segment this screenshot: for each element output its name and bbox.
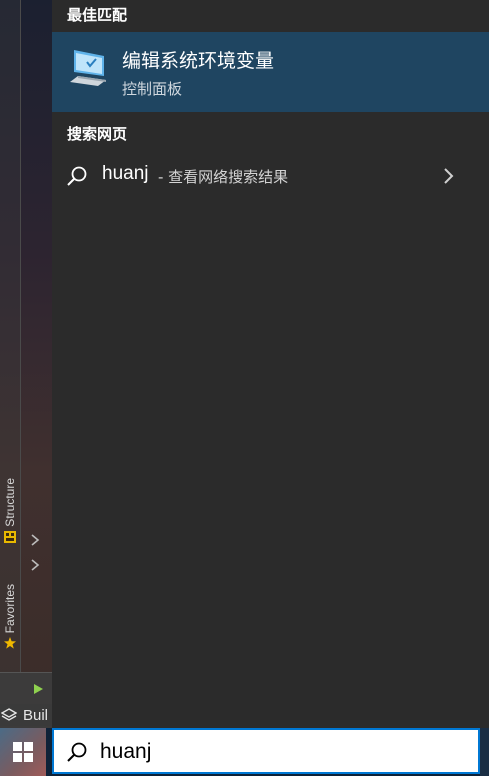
taskbar-search-box[interactable]	[52, 728, 480, 774]
favorites-tab[interactable]: Favorites	[0, 584, 20, 649]
structure-tab[interactable]: Structure	[0, 478, 20, 543]
chevron-right-icon[interactable]	[29, 558, 41, 572]
taskbar-edge	[480, 728, 489, 776]
start-button[interactable]	[0, 728, 46, 776]
build-tab-label: Buil	[23, 706, 49, 724]
star-icon	[4, 637, 16, 649]
chevron-right-icon[interactable]	[442, 166, 456, 186]
chevron-right-icon[interactable]	[29, 533, 41, 547]
ide-window-strip: Structure Favorites Buil	[0, 0, 52, 728]
build-tab[interactable]: Buil	[0, 704, 52, 726]
web-search-heading: 搜索网页	[67, 125, 128, 143]
best-match-result[interactable]: 编辑系统环境变量 控制面板	[52, 32, 489, 112]
structure-icon	[4, 530, 16, 543]
best-match-title: 编辑系统环境变量	[122, 50, 275, 72]
ide-tool-rail	[0, 0, 21, 672]
structure-tab-label: Structure	[3, 478, 17, 527]
web-search-query: huanj	[102, 163, 149, 184]
computer-settings-icon	[70, 50, 106, 86]
run-icon[interactable]	[32, 683, 44, 695]
web-search-result[interactable]: huanj - 查看网络搜索结果	[52, 156, 489, 196]
windows-logo-icon	[13, 742, 33, 762]
taskbar	[0, 728, 489, 776]
best-match-heading: 最佳匹配	[67, 6, 128, 24]
search-input[interactable]	[100, 738, 460, 766]
search-icon	[67, 166, 87, 186]
search-results-panel: 最佳匹配 编辑系统环境变量 控制面板 搜索网页 huanj - 查看网络搜索结果	[52, 0, 489, 728]
web-search-suffix: - 查看网络搜索结果	[158, 168, 289, 186]
layers-icon	[1, 708, 17, 721]
favorites-tab-label: Favorites	[3, 584, 17, 634]
search-icon	[67, 742, 87, 762]
best-match-subtitle: 控制面板	[122, 80, 183, 98]
